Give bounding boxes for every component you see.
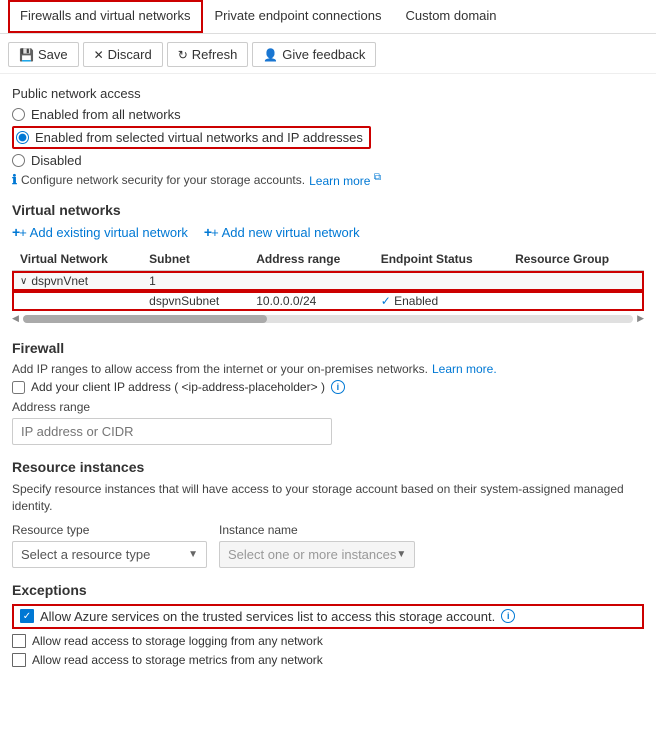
- trusted-checkbox[interactable]: ✓: [20, 609, 34, 623]
- vnet-name-cell: ∨ dspvnVnet: [12, 271, 141, 291]
- col-subnet: Subnet: [141, 248, 248, 271]
- row-chevron-icon: ∨: [20, 276, 27, 287]
- discard-icon: ✕: [94, 48, 104, 62]
- address-range-label: Address range: [12, 400, 644, 414]
- exception-item-trusted[interactable]: ✓ Allow Azure services on the trusted se…: [12, 604, 644, 629]
- horizontal-scrollbar[interactable]: ◀ ▶: [12, 311, 644, 326]
- content-area: Public network access Enabled from all n…: [0, 74, 656, 688]
- instance-name-value: Select one or more instances: [228, 547, 396, 562]
- instance-name-label: Instance name: [219, 523, 415, 537]
- vnet-table: Virtual Network Subnet Address range End…: [12, 248, 644, 311]
- scroll-right-arrow[interactable]: ▶: [637, 313, 644, 324]
- logging-checkbox[interactable]: [12, 634, 26, 648]
- table-row-subnet[interactable]: dspvnSubnet 10.0.0.0/24 ✓ Enabled: [12, 291, 644, 311]
- col-virtual-network: Virtual Network: [12, 248, 141, 271]
- radio-group-access: Enabled from all networks Enabled from s…: [12, 107, 644, 168]
- refresh-button[interactable]: ↻ Refresh: [167, 42, 249, 67]
- save-icon: 💾: [19, 48, 34, 62]
- firewall-title: Firewall: [12, 340, 644, 356]
- firewall-section: Firewall Add IP ranges to allow access f…: [12, 340, 644, 445]
- subnet-name-cell: dspvnSubnet: [141, 291, 248, 311]
- trusted-info-icon[interactable]: i: [501, 609, 515, 623]
- exception-item-logging[interactable]: Allow read access to storage logging fro…: [12, 634, 644, 648]
- resource-instances-title: Resource instances: [12, 459, 644, 475]
- address-range-input[interactable]: [12, 418, 332, 445]
- firewall-learn-more-link[interactable]: Learn more.: [432, 362, 497, 376]
- table-header-row: Virtual Network Subnet Address range End…: [12, 248, 644, 271]
- logging-label: Allow read access to storage logging fro…: [32, 634, 323, 648]
- exception-item-metrics[interactable]: Allow read access to storage metrics fro…: [12, 653, 644, 667]
- discard-button[interactable]: ✕ Discard: [83, 42, 163, 67]
- resource-instances-section: Resource instances Specify resource inst…: [12, 459, 644, 568]
- instance-name-dropdown[interactable]: Select one or more instances ▼: [219, 541, 415, 568]
- table-row-group-header[interactable]: ∨ dspvnVnet 1: [12, 271, 644, 292]
- vnet-status-cell: [373, 271, 507, 292]
- public-network-label: Public network access: [12, 86, 644, 101]
- instance-name-chevron-icon: ▼: [396, 549, 406, 560]
- client-ip-info-icon[interactable]: i: [331, 380, 345, 394]
- scroll-thumb: [23, 315, 267, 323]
- resource-type-col: Resource type Select a resource type ▼: [12, 523, 207, 568]
- radio-disabled[interactable]: Disabled: [12, 153, 644, 168]
- vnet-rg-cell: [507, 271, 644, 292]
- metrics-checkbox[interactable]: [12, 653, 26, 667]
- metrics-label: Allow read access to storage metrics fro…: [32, 653, 323, 667]
- add-existing-label: + Add existing virtual network: [19, 225, 188, 240]
- client-ip-checkbox[interactable]: [12, 381, 25, 394]
- col-address-range: Address range: [248, 248, 372, 271]
- trusted-label: Allow Azure services on the trusted serv…: [40, 609, 495, 624]
- save-button[interactable]: 💾 Save: [8, 42, 79, 67]
- resource-type-label: Resource type: [12, 523, 207, 537]
- vnet-addr-cell: [248, 271, 372, 292]
- client-ip-label: Add your client IP address ( <ip-address…: [31, 380, 325, 394]
- virtual-networks-section: Virtual networks + + Add existing virtua…: [12, 202, 644, 326]
- add-new-label: + Add new virtual network: [211, 225, 360, 240]
- instance-name-col: Instance name Select one or more instanc…: [219, 523, 415, 568]
- col-endpoint-status: Endpoint Status: [373, 248, 507, 271]
- tab-private[interactable]: Private endpoint connections: [203, 0, 394, 33]
- feedback-button[interactable]: 👤 Give feedback: [252, 42, 376, 67]
- exceptions-section: Exceptions ✓ Allow Azure services on the…: [12, 582, 644, 667]
- feedback-icon: 👤: [263, 48, 278, 62]
- learn-more-link[interactable]: Learn more ⧉: [309, 172, 381, 188]
- tabs-bar: Firewalls and virtual networks Private e…: [0, 0, 656, 34]
- resource-type-chevron-icon: ▼: [188, 549, 198, 560]
- subnet-range-cell: 10.0.0.0/24: [248, 291, 372, 311]
- toolbar: 💾 Save ✕ Discard ↻ Refresh 👤 Give feedba…: [0, 34, 656, 74]
- add-links-row: + + Add existing virtual network + + Add…: [12, 224, 644, 240]
- resource-row: Resource type Select a resource type ▼ I…: [12, 523, 644, 568]
- public-network-section: Public network access Enabled from all n…: [12, 86, 644, 168]
- status-check-icon: ✓: [381, 294, 391, 308]
- info-line: ℹ Configure network security for your st…: [12, 172, 644, 188]
- radio-all-networks[interactable]: Enabled from all networks: [12, 107, 644, 122]
- tab-firewalls[interactable]: Firewalls and virtual networks: [8, 0, 203, 33]
- col-resource-group: Resource Group: [507, 248, 644, 271]
- exceptions-title: Exceptions: [12, 582, 644, 598]
- virtual-networks-title: Virtual networks: [12, 202, 644, 218]
- add-new-vnet-button[interactable]: + + Add new virtual network: [204, 224, 360, 240]
- add-existing-vnet-button[interactable]: + + Add existing virtual network: [12, 224, 188, 240]
- firewall-description: Add IP ranges to allow access from the i…: [12, 362, 644, 376]
- scroll-left-arrow[interactable]: ◀: [12, 313, 19, 324]
- subnet-rg-cell: [507, 291, 644, 311]
- external-link-icon: ⧉: [374, 172, 381, 183]
- vnet-count-cell: 1: [141, 271, 248, 292]
- client-ip-checkbox-item[interactable]: Add your client IP address ( <ip-address…: [12, 380, 644, 394]
- refresh-icon: ↻: [178, 48, 188, 62]
- resource-type-dropdown[interactable]: Select a resource type ▼: [12, 541, 207, 568]
- subnet-empty-cell: [12, 291, 141, 311]
- subnet-status-cell: ✓ Enabled: [373, 291, 507, 311]
- tab-custom[interactable]: Custom domain: [393, 0, 508, 33]
- scroll-track[interactable]: [23, 315, 633, 323]
- info-icon: ℹ: [12, 172, 17, 188]
- resource-type-value: Select a resource type: [21, 547, 150, 562]
- radio-selected-networks[interactable]: Enabled from selected virtual networks a…: [12, 126, 644, 149]
- resource-instances-desc: Specify resource instances that will hav…: [12, 481, 644, 515]
